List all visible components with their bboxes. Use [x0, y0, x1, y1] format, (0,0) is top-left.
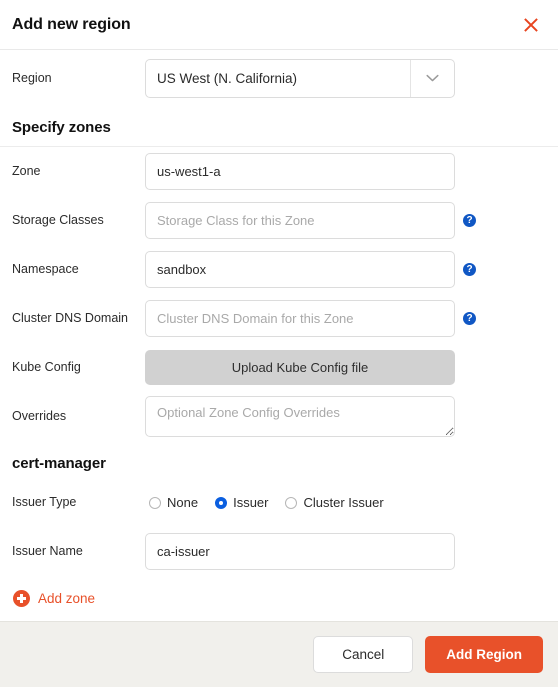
overrides-row: Overrides — [0, 392, 558, 441]
namespace-input[interactable] — [145, 251, 455, 288]
dialog-body: Region US West (N. California) Specify z… — [0, 50, 558, 621]
chevron-down-icon — [410, 59, 454, 97]
zone-control — [145, 153, 546, 190]
page-title: Add new region — [12, 15, 131, 33]
issuer-type-label: Issuer Type — [12, 495, 77, 509]
cert-manager-heading: cert-manager — [12, 455, 106, 472]
specify-zones-heading: Specify zones — [0, 106, 558, 147]
cancel-button[interactable]: Cancel — [313, 636, 414, 673]
radio-issuer-type-cluster-issuer[interactable]: Cluster Issuer — [285, 495, 384, 510]
issuer-name-input[interactable] — [145, 533, 455, 570]
kube-config-row: Kube Config Upload Kube Config file — [0, 343, 558, 392]
cluster-dns-domain-label: Cluster DNS Domain — [12, 311, 129, 325]
radio-label: Cluster Issuer — [303, 495, 384, 510]
dialog-header: Add new region — [0, 0, 558, 50]
storage-classes-input[interactable] — [145, 202, 455, 239]
help-circle-icon[interactable]: ? — [463, 312, 476, 325]
overrides-textarea[interactable] — [145, 396, 455, 437]
add-zone-label: Add zone — [38, 591, 96, 606]
radio-dot-icon — [149, 496, 161, 509]
namespace-row: Namespace ? — [0, 245, 558, 294]
overrides-control — [145, 396, 546, 437]
storage-classes-control: ? — [145, 202, 546, 239]
namespace-label: Namespace — [12, 262, 79, 276]
add-zone-button[interactable]: Add zone — [0, 576, 95, 607]
help-circle-icon[interactable]: ? — [463, 263, 476, 276]
namespace-control: ? — [145, 251, 546, 288]
upload-kube-config-button[interactable]: Upload Kube Config file — [145, 350, 455, 385]
add-region-button[interactable]: Add Region — [425, 636, 543, 673]
storage-classes-row: Storage Classes ? — [0, 196, 558, 245]
radio-dot-selected-icon — [215, 496, 228, 509]
radio-dot-icon — [285, 496, 298, 509]
issuer-name-control — [145, 533, 546, 570]
zone-row: Zone — [0, 147, 558, 196]
kube-config-label: Kube Config — [12, 360, 81, 374]
issuer-type-control: None Issuer Cluster Issuer — [145, 495, 546, 510]
help-circle-icon[interactable]: ? — [463, 214, 476, 227]
issuer-name-row: Issuer Name — [0, 527, 558, 576]
radio-issuer-type-issuer[interactable]: Issuer — [215, 495, 268, 510]
cluster-dns-domain-control: ? — [145, 300, 546, 337]
zone-label: Zone — [12, 164, 41, 178]
region-label: Region — [12, 70, 52, 85]
radio-issuer-type-none[interactable]: None — [149, 495, 198, 510]
region-select-value: US West (N. California) — [157, 70, 298, 86]
plus-circle-icon — [13, 590, 30, 607]
close-button[interactable] — [518, 12, 544, 38]
issuer-type-radio-group: None Issuer Cluster Issuer — [145, 495, 401, 510]
region-select[interactable]: US West (N. California) — [145, 58, 455, 98]
cluster-dns-domain-row: Cluster DNS Domain ? — [0, 294, 558, 343]
issuer-type-row: Issuer Type None Issuer Cluster Issuer — [0, 478, 558, 527]
issuer-name-label: Issuer Name — [12, 544, 83, 558]
add-new-region-dialog: Add new region Region US West (N. Califo… — [0, 0, 558, 687]
dialog-footer: Cancel Add Region — [0, 621, 558, 687]
region-control: US West (N. California) — [145, 58, 546, 98]
close-x-icon — [521, 15, 541, 35]
radio-label: None — [167, 495, 199, 510]
region-row: Region US West (N. California) — [0, 50, 558, 106]
kube-config-control: Upload Kube Config file — [145, 350, 546, 385]
storage-classes-label: Storage Classes — [12, 213, 104, 227]
radio-label: Issuer — [233, 495, 269, 510]
overrides-label: Overrides — [12, 409, 67, 423]
cluster-dns-domain-input[interactable] — [145, 300, 455, 337]
zone-input[interactable] — [145, 153, 455, 190]
